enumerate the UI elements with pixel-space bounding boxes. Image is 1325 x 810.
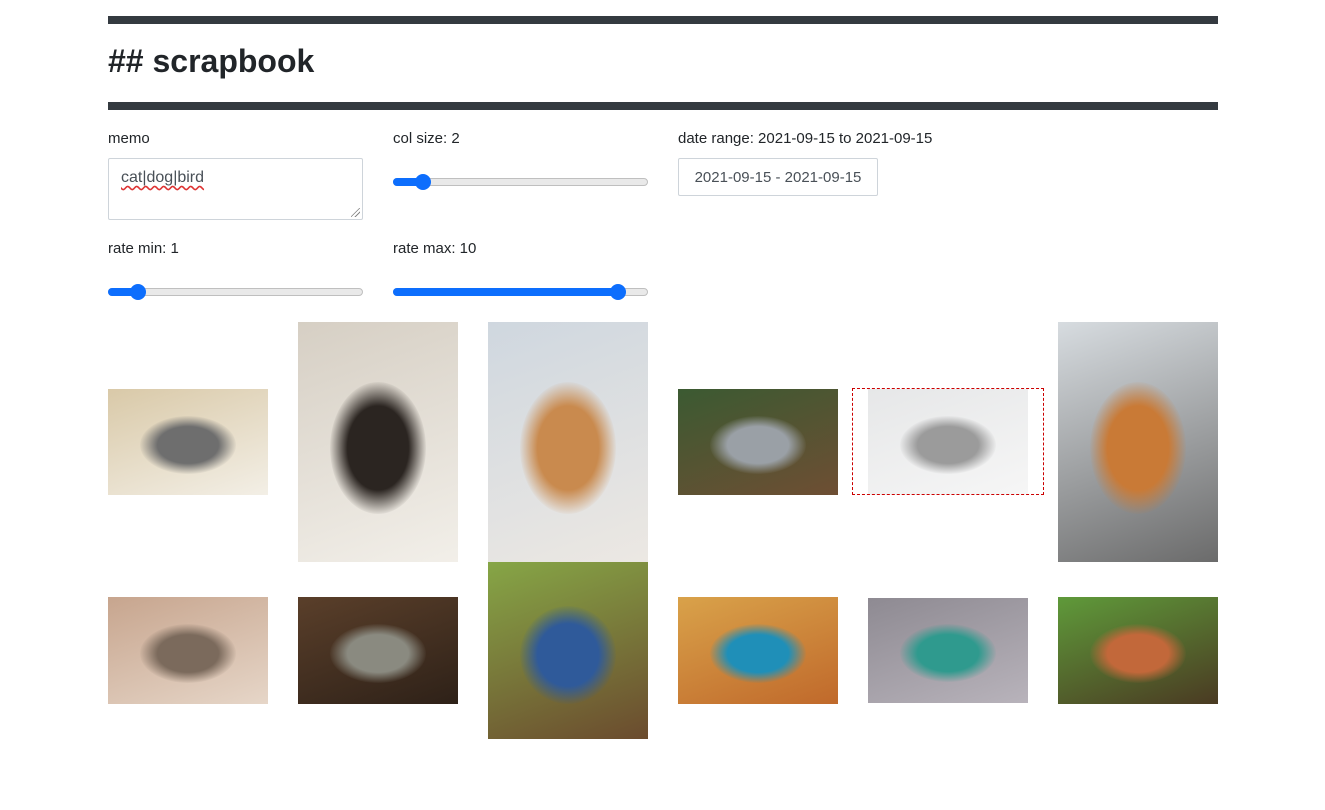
rate-max-slider[interactable] [393, 282, 648, 302]
slider-thumb[interactable] [610, 284, 627, 300]
slider-thumb[interactable] [129, 284, 146, 300]
photo-robin-on-branch[interactable] [1058, 597, 1218, 704]
photo-husky-puppy-on-grass[interactable] [678, 389, 838, 495]
date-range-label: date range: 2021-09-15 to 2021-09-15 [678, 130, 933, 147]
photo-hummingbird[interactable] [868, 598, 1028, 703]
photo-subject [140, 623, 236, 683]
memo-label: memo [108, 130, 150, 147]
memo-textarea[interactable]: cat|dog|bird [108, 158, 363, 220]
photo-subject [140, 415, 236, 474]
photo-blue-jay-on-branch[interactable] [488, 562, 648, 739]
slider-thumb[interactable] [414, 174, 431, 190]
rate-max-label: rate max: 10 [393, 240, 477, 257]
selected-photo-frame [852, 388, 1044, 495]
photo-kingfisher-bird[interactable] [678, 597, 838, 704]
rate-min-slider[interactable] [108, 282, 363, 302]
date-range-picker[interactable]: 2021-09-15 - 2021-09-15 [678, 158, 878, 196]
photo-grey-cat-standing[interactable] [298, 597, 458, 704]
photo-subject [1090, 623, 1186, 683]
col-size-label: col size: 2 [393, 130, 460, 147]
photo-shiba-puppy-on-rug[interactable] [488, 322, 648, 562]
col-size-slider[interactable] [393, 172, 648, 192]
photo-tabby-kitten-sleeping[interactable] [108, 597, 268, 704]
rate-min-label: rate min: 1 [108, 240, 179, 257]
photo-puppy-sleeping[interactable] [108, 389, 268, 495]
photo-subject [520, 606, 616, 704]
page-title: ## scrapbook [108, 43, 315, 79]
photo-orange-cat-by-window[interactable] [1058, 322, 1218, 562]
slider-track [108, 288, 363, 296]
photo-subject [900, 624, 996, 682]
photo-subject [330, 623, 426, 683]
photo-subject [710, 415, 806, 474]
resize-grip-icon[interactable] [351, 208, 360, 217]
memo-text: cat|dog|bird [121, 169, 205, 186]
photo-husky-puppy-lying[interactable] [298, 322, 458, 562]
photo-subject [710, 623, 806, 683]
top-rule [108, 16, 1218, 24]
slider-fill [393, 288, 619, 296]
photo-subject [1090, 382, 1186, 514]
bottom-rule [108, 102, 1218, 110]
slider-track [393, 178, 648, 186]
photo-subject [520, 382, 616, 514]
photo-subject [330, 382, 426, 514]
